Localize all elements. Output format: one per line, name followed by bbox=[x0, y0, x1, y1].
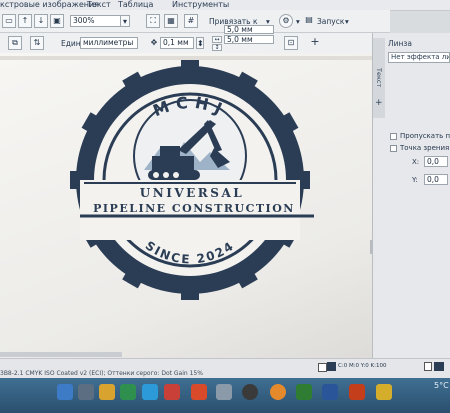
gear-icon[interactable]: ⚙ bbox=[279, 14, 293, 28]
pipeline-construction-text: PIPELINE CONSTRUCTION bbox=[93, 202, 295, 215]
units-select[interactable]: миллиметры bbox=[80, 37, 138, 49]
y-field[interactable]: 0,0 bbox=[424, 174, 448, 185]
fill-swatch[interactable] bbox=[327, 362, 336, 371]
orientation-icon[interactable]: ⇅ bbox=[30, 36, 44, 50]
up-arrow-icon[interactable]: ↑ bbox=[18, 14, 32, 28]
outline-icon bbox=[424, 362, 432, 371]
horizontal-scrollbar[interactable] bbox=[0, 352, 122, 357]
launch-icon[interactable]: ▤ bbox=[302, 14, 316, 28]
lens-title: Линза bbox=[388, 39, 413, 48]
add-page-icon[interactable]: + bbox=[308, 36, 322, 50]
nudge-field[interactable]: 0,1 мм bbox=[160, 37, 194, 49]
add-docker-icon[interactable]: + bbox=[375, 98, 383, 108]
app-icon[interactable] bbox=[216, 384, 232, 400]
coreldraw-icon[interactable] bbox=[242, 384, 258, 400]
dup-y-icon: ↕ bbox=[212, 44, 222, 51]
rulers-icon[interactable]: ▦ bbox=[164, 14, 178, 28]
full-screen-icon[interactable]: ⛶ bbox=[146, 14, 160, 28]
chrome-icon[interactable] bbox=[270, 384, 286, 400]
edge-icon[interactable] bbox=[120, 384, 136, 400]
viewpoint-label: Точка зрения bbox=[400, 144, 450, 152]
nudge-spinner-icon[interactable]: ⬍ bbox=[196, 37, 204, 49]
lock-icon[interactable]: ▣ bbox=[50, 14, 64, 28]
dup-x-field[interactable]: 5,0 мм bbox=[224, 25, 274, 34]
zoom-field[interactable]: 300% bbox=[70, 15, 122, 27]
skip-label: Пропускать пу bbox=[400, 132, 450, 140]
dup-x-icon: ↔ bbox=[212, 36, 222, 43]
color-profile-text: 3B8-2.1 CMYK ISO Coated v2 (ECI); Оттенк… bbox=[0, 370, 203, 377]
opera-icon[interactable] bbox=[164, 384, 180, 400]
zoom-dropdown-icon[interactable]: ▾ bbox=[120, 15, 130, 27]
page-icon[interactable]: ▭ bbox=[2, 14, 16, 28]
weather-temp[interactable]: 5°C bbox=[434, 381, 449, 390]
docker-tab-strip: Текст + bbox=[373, 38, 385, 118]
y-label: Y: bbox=[412, 176, 418, 184]
launch-label[interactable]: Запуск bbox=[317, 17, 344, 26]
launch-chevron-icon[interactable]: ▾ bbox=[345, 17, 349, 26]
x-field[interactable]: 0,0 bbox=[424, 156, 448, 167]
no-fill-icon bbox=[318, 363, 327, 372]
down-arrow-icon[interactable]: ↓ bbox=[34, 14, 48, 28]
grid-icon[interactable]: # bbox=[184, 14, 198, 28]
yandex-icon[interactable] bbox=[191, 384, 207, 400]
menu-raster[interactable]: кстровые изображения bbox=[0, 0, 99, 10]
folder-icon[interactable] bbox=[376, 384, 392, 400]
excel-icon[interactable] bbox=[296, 384, 312, 400]
search-icon[interactable] bbox=[78, 384, 94, 400]
universal-text: UNIVERSAL bbox=[140, 186, 244, 200]
artboard-icon[interactable]: ⊡ bbox=[284, 36, 298, 50]
menu-tools[interactable]: Инструменты bbox=[172, 0, 229, 10]
mchj-logo[interactable]: MCHJ UNIVERSAL PIPELINE CONSTRUCTION SIN… bbox=[60, 58, 322, 306]
menu-table[interactable]: Таблица bbox=[118, 0, 153, 10]
file-explorer-icon[interactable] bbox=[99, 384, 115, 400]
text-tab[interactable]: Текст bbox=[375, 68, 383, 87]
word-icon[interactable] bbox=[322, 384, 338, 400]
color-readout: C:0 M:0 Y:0 K:100 bbox=[338, 363, 387, 369]
lens-effect-select[interactable]: Нет эффекта линзы bbox=[388, 52, 450, 63]
property-bar: ⧉ ⇅ Единицы: миллиметры ✥ 0,1 мм ⬍ ↔ ↕ 5… bbox=[0, 25, 390, 54]
start-icon[interactable] bbox=[57, 384, 73, 400]
launch-dropdown-icon[interactable]: ▾ bbox=[296, 17, 300, 26]
x-label: X: bbox=[412, 158, 420, 166]
powerpoint-icon[interactable] bbox=[349, 384, 365, 400]
menu-text[interactable]: Текст bbox=[87, 0, 111, 10]
outline-swatch[interactable] bbox=[434, 362, 444, 371]
dup-y-field[interactable]: 5,0 мм bbox=[224, 35, 274, 44]
standard-toolbar: ▭ ↑ ↓ ▣ 300% ▾ ⛶ ▦ # Привязать к ▾ ⚙ ▾ ▤… bbox=[0, 10, 390, 33]
page-layout-icon[interactable]: ⧉ bbox=[8, 36, 22, 50]
nudge-icon: ✥ bbox=[150, 38, 158, 47]
telegram-icon[interactable] bbox=[142, 384, 158, 400]
skip-checkbox[interactable] bbox=[390, 133, 397, 140]
viewpoint-checkbox[interactable] bbox=[390, 145, 397, 152]
